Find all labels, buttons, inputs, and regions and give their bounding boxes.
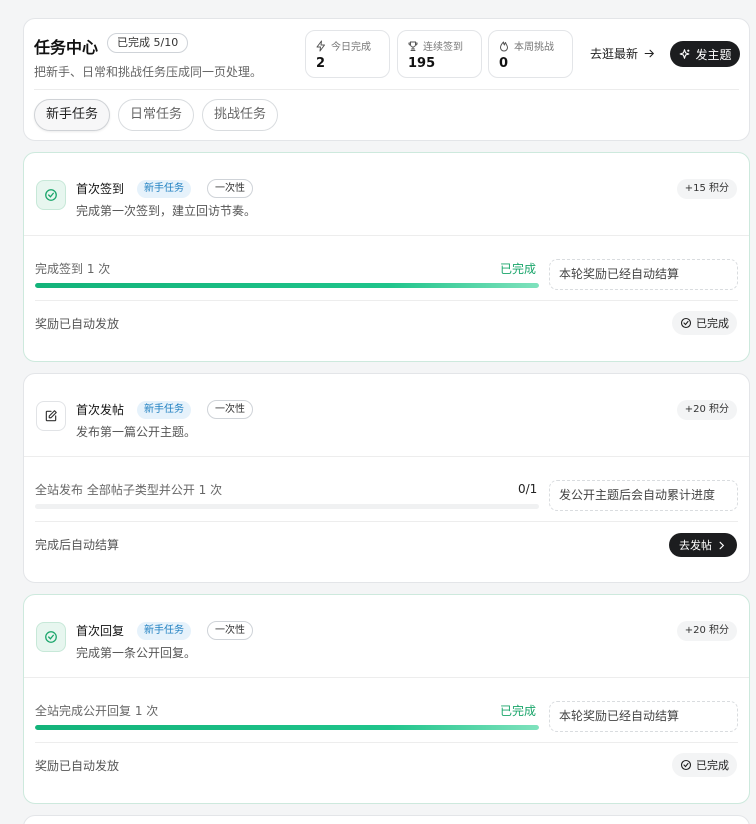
stat-value: 0 [499, 56, 509, 71]
divider [35, 742, 738, 743]
completed-label: 已完成 [696, 317, 729, 330]
divider [24, 456, 749, 457]
task-status-icon-box [36, 401, 66, 431]
task-card-first-reply: 首次回复 新手任务 一次性 完成第一条公开回复。 +20 积分 全站完成公开回复… [23, 594, 750, 804]
bolt-icon [316, 40, 325, 51]
go-post-button[interactable]: 去发帖 [669, 533, 737, 557]
chevron-right-icon [719, 541, 725, 549]
new-topic-button[interactable]: 发主题 [670, 41, 740, 67]
completed-label: 已完成 [696, 759, 729, 772]
flame-icon [500, 41, 508, 51]
arrow-right-icon [644, 49, 655, 58]
progress-bar [35, 283, 539, 288]
stat-label: 连续签到 [423, 42, 463, 53]
stat-value: 195 [408, 56, 436, 71]
check-circle-icon [680, 317, 692, 329]
check-circle-icon [45, 189, 57, 201]
sparkle-icon [680, 48, 690, 59]
go-post-label: 去发帖 [679, 539, 712, 552]
completed-badge: 已完成 [672, 311, 737, 335]
task-card-first-checkin: 首次签到 新手任务 一次性 完成第一次签到，建立回访节奏。 +15 积分 完成签… [23, 152, 750, 362]
progress-bar [35, 504, 539, 509]
divider [34, 89, 739, 90]
completion-badge: 已完成 5/10 [107, 33, 189, 53]
reward-note: 本轮奖励已经自动结算 [549, 259, 738, 290]
divider [35, 300, 738, 301]
browse-latest-label: 去逛最新 [590, 47, 639, 61]
task-points-badge: +20 积分 [676, 400, 737, 420]
browse-latest-link[interactable]: 去逛最新 [590, 45, 656, 62]
progress-status: 已完成 [500, 262, 537, 276]
stat-weekly-challenge: 本周挑战 0 [488, 30, 573, 78]
new-topic-label: 发主题 [695, 47, 732, 62]
task-card-first-post: 首次发帖 新手任务 一次性 发布第一篇公开主题。 +20 积分 全站发布 全部帖… [23, 373, 750, 583]
task-category-tag: 新手任务 [137, 622, 191, 640]
task-status-icon-box [36, 180, 66, 210]
task-description: 发布第一篇公开主题。 [76, 425, 197, 439]
task-type-tag: 一次性 [207, 400, 253, 419]
stat-value: 2 [316, 56, 326, 71]
edit-icon [45, 410, 57, 422]
task-points-badge: +15 积分 [676, 179, 737, 199]
completed-badge: 已完成 [672, 753, 737, 777]
task-card-partial [23, 815, 750, 824]
task-status-icon-box [36, 622, 66, 652]
check-circle-icon [45, 631, 57, 643]
progress-label: 全站完成公开回复 1 次 [35, 704, 159, 718]
task-category-tag: 新手任务 [137, 180, 191, 198]
trophy-icon [408, 41, 418, 51]
task-footer-text: 完成后自动结算 [35, 538, 120, 552]
check-circle-icon [680, 759, 692, 771]
task-title: 首次发帖 [76, 403, 125, 417]
task-footer-text: 奖励已自动发放 [35, 759, 120, 773]
progress-label: 完成签到 1 次 [35, 262, 111, 276]
task-type-tag: 一次性 [207, 621, 253, 640]
progress-fill [35, 725, 539, 730]
page-title: 任务中心 [34, 38, 99, 57]
task-title: 首次签到 [76, 182, 125, 196]
task-footer-text: 奖励已自动发放 [35, 317, 120, 331]
task-description: 完成第一次签到，建立回访节奏。 [76, 204, 257, 218]
stat-today-completed: 今日完成 2 [305, 30, 390, 78]
stat-checkin-streak: 连续签到 195 [397, 30, 482, 78]
divider [24, 677, 749, 678]
task-description: 完成第一条公开回复。 [76, 646, 197, 660]
task-center-header: 任务中心 已完成 5/10 把新手、日常和挑战任务压成同一页处理。 今日完成 2… [23, 18, 750, 141]
progress-fill [35, 283, 539, 288]
divider [35, 521, 738, 522]
reward-note: 本轮奖励已经自动结算 [549, 701, 738, 732]
task-title: 首次回复 [76, 624, 125, 638]
reward-note: 发公开主题后会自动累计进度 [549, 480, 738, 511]
progress-count: 0/1 [518, 482, 538, 496]
progress-bar [35, 725, 539, 730]
progress-label: 全站发布 全部帖子类型并公开 1 次 [35, 483, 223, 497]
tab-challenge[interactable]: 挑战任务 [202, 99, 279, 131]
progress-status: 已完成 [500, 704, 537, 718]
task-category-tag: 新手任务 [137, 401, 191, 419]
stat-label: 本周挑战 [514, 42, 554, 53]
task-type-tag: 一次性 [207, 179, 253, 198]
page-subtitle: 把新手、日常和挑战任务压成同一页处理。 [34, 65, 263, 79]
task-points-badge: +20 积分 [676, 621, 737, 641]
tab-daily[interactable]: 日常任务 [118, 99, 195, 131]
tab-newbie[interactable]: 新手任务 [34, 99, 111, 131]
divider [24, 235, 749, 236]
stat-label: 今日完成 [331, 42, 371, 53]
